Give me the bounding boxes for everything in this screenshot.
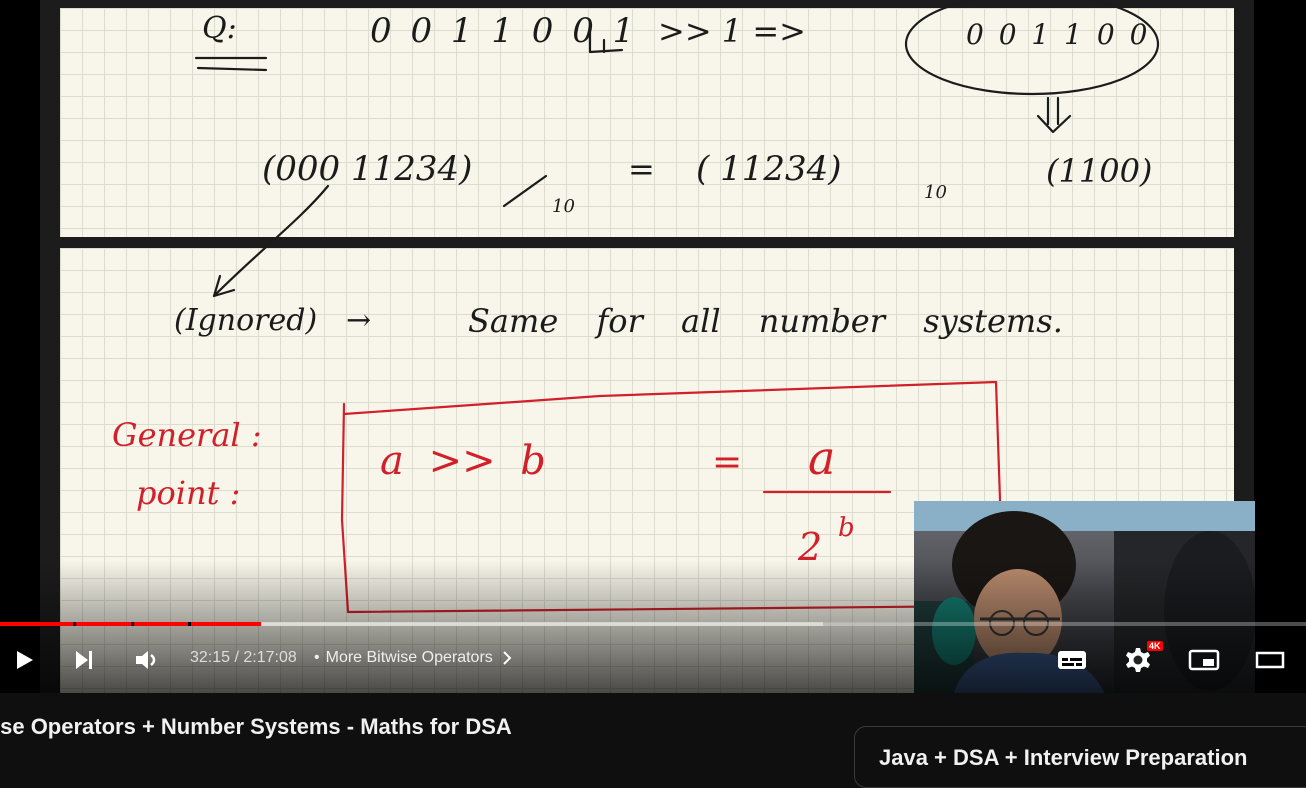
chapter-marker xyxy=(131,622,134,626)
chapter-bullet: • xyxy=(314,649,320,666)
subtitles-button[interactable] xyxy=(1052,640,1092,680)
next-button[interactable] xyxy=(64,640,104,680)
formula-lhs: a >> b xyxy=(380,438,546,484)
arrow-symbol: → xyxy=(346,303,371,338)
binary-left: 0 0 1 1 0 0 1 xyxy=(370,11,638,51)
expr-left: (000 11234) xyxy=(262,149,472,189)
playlist-title: Java + DSA + Interview Preparation xyxy=(879,745,1248,770)
expr-right: ( 11234) xyxy=(696,149,842,189)
chapter-marker xyxy=(188,622,191,626)
duration: 2:17:08 xyxy=(243,649,297,666)
expr-result: (1100) xyxy=(1046,152,1152,190)
theater-mode-button[interactable] xyxy=(1250,640,1290,680)
quality-badge: 4K xyxy=(1147,641,1163,651)
time-separator: / xyxy=(230,649,244,666)
formula-den-exp: b xyxy=(838,513,855,543)
down-arrow xyxy=(1036,96,1072,134)
controls-gradient xyxy=(0,560,1306,693)
play-icon xyxy=(17,651,33,669)
formula-eq: = xyxy=(712,442,742,483)
general-label: General : xyxy=(112,416,262,454)
shift-op: >> 1 => xyxy=(658,12,806,50)
ignored-label: (Ignored) xyxy=(174,303,317,338)
chapter-button[interactable]: • More Bitwise Operators xyxy=(314,649,515,667)
chevron-right-icon xyxy=(503,651,512,665)
video-player[interactable]: Q: 0 0 1 1 0 0 1 >> 1 => 0 0 1 1 0 0 (00… xyxy=(0,0,1306,693)
ignored-arrow xyxy=(212,184,330,298)
next-icon xyxy=(76,651,92,669)
current-time: 32:15 xyxy=(190,649,231,666)
subtitles-icon xyxy=(1058,651,1086,669)
q-underline xyxy=(194,56,268,72)
theater-icon xyxy=(1255,651,1285,669)
play-button[interactable] xyxy=(4,640,44,680)
miniplayer-icon xyxy=(1188,649,1220,671)
q-label: Q: xyxy=(202,11,237,46)
miniplayer-button[interactable] xyxy=(1184,640,1224,680)
progress-bar[interactable] xyxy=(0,622,1306,626)
expr-left-base: 10 xyxy=(552,196,575,217)
formula-numerator: a xyxy=(808,431,835,485)
volume-icon xyxy=(136,651,156,669)
expr-left-tail xyxy=(502,174,548,208)
volume-button[interactable] xyxy=(128,640,168,680)
time-display: 32:15 / 2:17:08 xyxy=(190,649,297,667)
chapter-marker xyxy=(73,622,76,626)
same-note: Same for all number systems. xyxy=(468,302,1063,340)
expr-right-base: 10 xyxy=(924,182,947,203)
binary-result: 0 0 1 1 0 0 xyxy=(966,18,1150,51)
point-label: point : xyxy=(136,474,240,512)
video-title: ise Operators + Number Systems - Maths f… xyxy=(0,714,512,739)
chapter-title: More Bitwise Operators xyxy=(325,649,493,666)
equals-sign: = xyxy=(628,150,655,188)
recommended-playlist-card[interactable]: Java + DSA + Interview Preparation xyxy=(854,726,1306,788)
